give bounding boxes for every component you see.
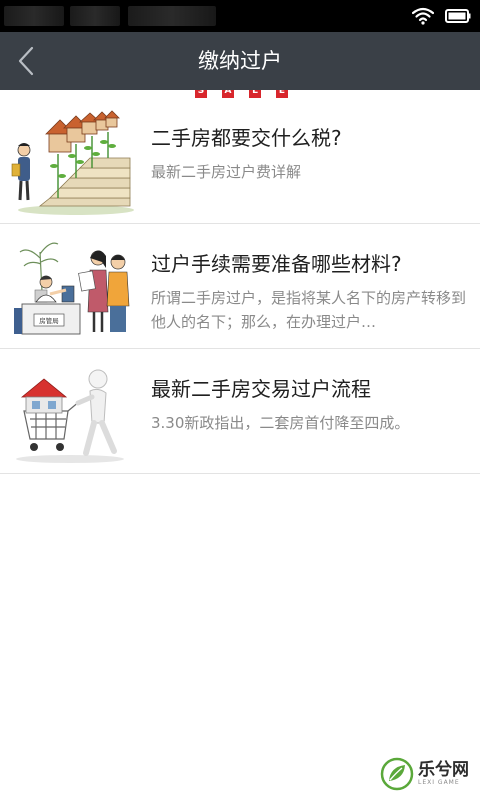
house-stairs-illustration <box>11 110 134 215</box>
housing-bureau-sign: 房管局 <box>39 316 59 325</box>
watermark-logo: 乐兮网 LEXI GAME <box>380 754 472 794</box>
app-bar: 缴纳过户 <box>0 32 480 90</box>
battery-icon <box>445 9 471 23</box>
article-description: 3.30新政指出，二套房首付降至四成。 <box>151 414 410 432</box>
article-description: 所谓二手房过户，是指将某人名下的房产转移到他人的名下；那么，在办理过户… <box>151 289 467 331</box>
article-list: 二手房都要交什么税? 最新二手房过户费详解 房管局 过户手续需要准备哪些材料? … <box>0 98 480 474</box>
watermark-subtext: LEXI GAME <box>418 779 460 786</box>
page-title: 缴纳过户 <box>198 49 282 73</box>
chevron-left-icon <box>18 46 34 76</box>
article-description: 最新二手房过户费详解 <box>151 163 302 181</box>
housing-bureau-office-illustration: 房管局 <box>14 242 130 335</box>
status-notification-blur <box>4 6 64 26</box>
status-notification-blur <box>70 6 120 26</box>
watermark-name: 乐兮网 <box>418 760 469 780</box>
article-item-materials[interactable]: 房管局 过户手续需要准备哪些材料? 所谓二手房过户，是指将某人名下的房产转移到他 <box>0 224 480 349</box>
status-notification-blur <box>128 6 216 26</box>
article-title: 最新二手房交易过户流程 <box>151 377 371 401</box>
status-bar <box>0 0 480 32</box>
article-title: 过户手续需要准备哪些材料? <box>151 252 402 276</box>
status-icons <box>412 4 472 28</box>
person-pushing-cart-house-illustration <box>16 369 124 463</box>
wifi-icon <box>412 7 434 25</box>
article-item-taxes[interactable]: 二手房都要交什么税? 最新二手房过户费详解 <box>0 98 480 224</box>
leaf-logo-icon <box>380 757 414 791</box>
article-item-process[interactable]: 最新二手房交易过户流程 3.30新政指出，二套房首付降至四成。 <box>0 349 480 474</box>
back-button[interactable] <box>8 38 44 84</box>
article-title: 二手房都要交什么税? <box>151 126 342 150</box>
